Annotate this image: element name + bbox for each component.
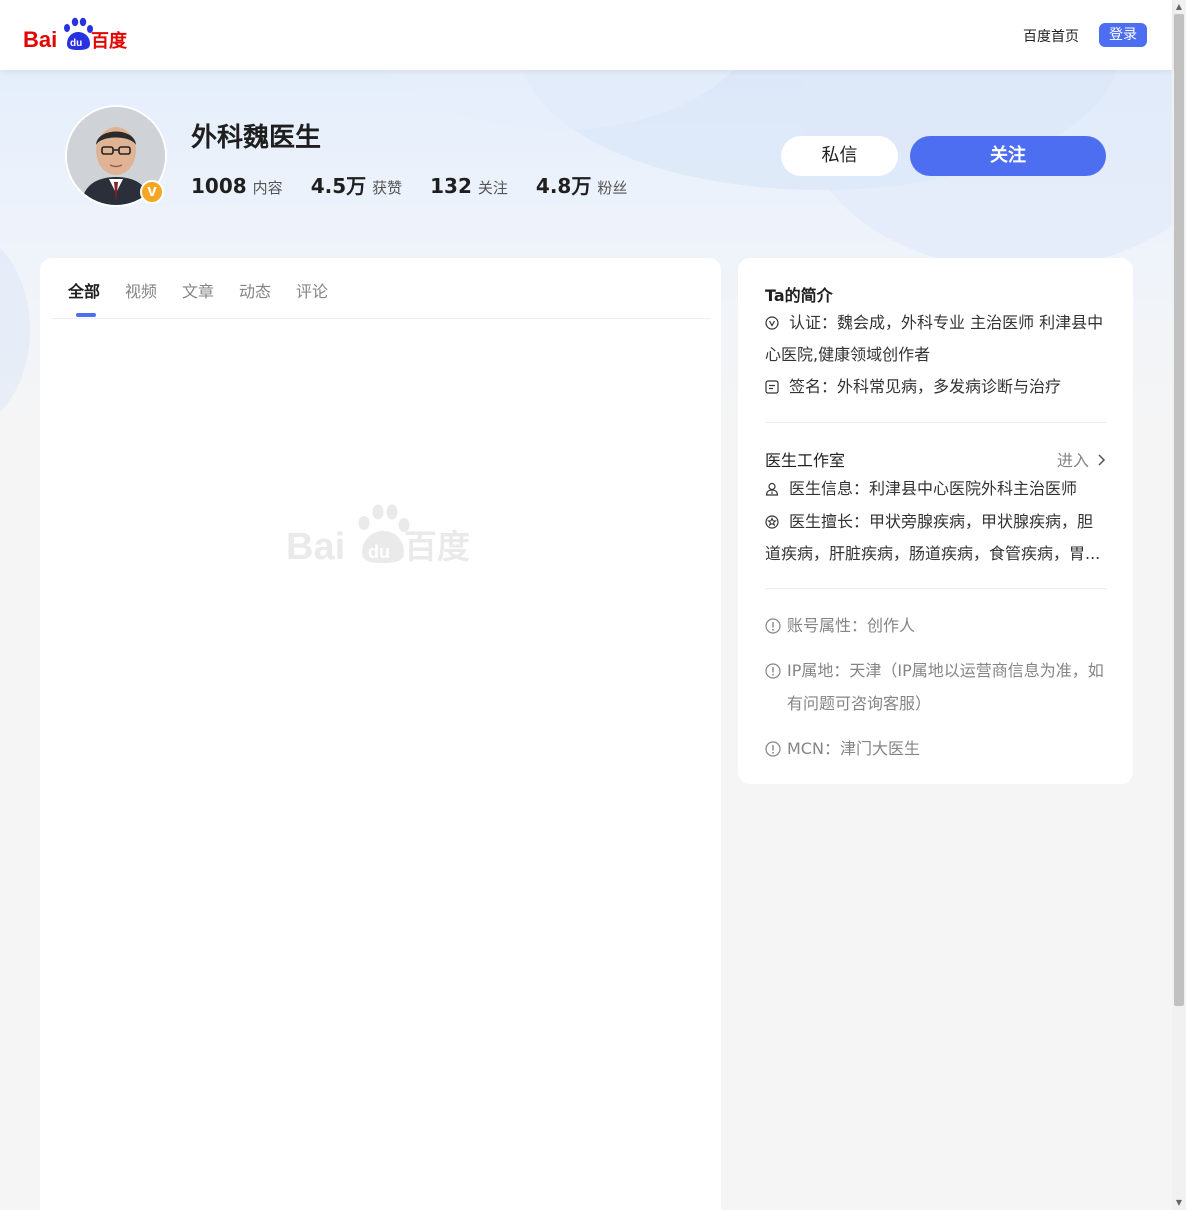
profile-name: 外科魏医生 (191, 123, 322, 153)
stat-number: 4.5万 (310, 174, 367, 198)
placeholder-text-baidu-cn: 百度 (404, 527, 470, 563)
divider (765, 422, 1107, 423)
chevron-right-icon (1098, 454, 1106, 466)
signature-line: 签名：外科常见病，多发病诊断与治疗 (765, 371, 1107, 403)
stat-content[interactable]: 1008 内容 (191, 174, 283, 198)
stat-number: 4.8万 (535, 174, 592, 198)
stat-label: 粉丝 (597, 179, 628, 197)
scroll-thumb[interactable] (1174, 14, 1184, 1006)
intro-title: Ta的简介 (765, 286, 833, 305)
top-navbar: Bai du 百度 百度首页 登录 (0, 0, 1172, 70)
profile-stats: 1008 内容 4.5万 获赞 132 关注 4.8万 粉丝 (191, 170, 655, 199)
stat-number: 1008 (191, 174, 247, 198)
logo-text-baidu-cn: 百度 (91, 30, 127, 52)
certification-line: 认证：魏会成，外科专业 主治医师 利津县中心医院,健康领域创作者 (765, 307, 1107, 371)
divider (765, 588, 1107, 589)
baidu-logo[interactable]: Bai du 百度 (23, 16, 127, 54)
doctor-info-line: 医生信息：利津县中心医院外科主治医师 (765, 473, 1107, 505)
content-panel: 全部 视频 文章 动态 评论 Bai du 百度 (40, 258, 721, 1210)
avatar-container[interactable]: V (65, 105, 167, 207)
tab-comment[interactable]: 评论 (296, 278, 328, 302)
account-type-text: 账号属性：创作人 (787, 616, 916, 635)
follow-button[interactable]: 关注 (910, 136, 1106, 176)
placeholder-text-bai: Bai (286, 526, 345, 563)
doctor-person-icon (765, 482, 779, 496)
tab-article[interactable]: 文章 (182, 278, 214, 302)
signature-note-icon (765, 380, 779, 394)
vertical-scrollbar[interactable]: ▲ ▼ (1172, 0, 1186, 1210)
placeholder-text-du: du (368, 542, 390, 562)
stat-label: 关注 (477, 179, 508, 197)
logo-text-du: du (70, 38, 82, 49)
mcn-text: MCN：津门大医生 (787, 739, 920, 758)
studio-title: 医生工作室 (765, 451, 846, 470)
tab-dynamic[interactable]: 动态 (239, 278, 271, 302)
specialty-line: 医生擅长：甲状旁腺疾病，甲状腺疾病，胆道疾病，肝脏疾病，肠道疾病，食管疾病，胃.… (765, 506, 1107, 570)
stat-number: 132 (430, 174, 472, 198)
content-tabs: 全部 视频 文章 动态 评论 (52, 258, 711, 319)
studio-enter-link[interactable]: 进入 (1057, 447, 1106, 471)
loading-placeholder-logo: Bai du 百度 (286, 504, 470, 563)
private-message-button[interactable]: 私信 (781, 136, 898, 176)
tab-video[interactable]: 视频 (125, 278, 157, 302)
scroll-up-arrow-icon[interactable]: ▲ (1172, 0, 1186, 14)
specialty-text: 医生擅长：甲状旁腺疾病，甲状腺疾病，胆道疾病，肝脏疾病，肠道疾病，食管疾病，胃.… (765, 512, 1101, 563)
profile-info-panel: Ta的简介 认证：魏会成，外科专业 主治医师 利津县中心医院,健康领域创作者 签… (738, 258, 1133, 784)
login-button[interactable]: 登录 (1099, 23, 1147, 47)
baidu-home-link[interactable]: 百度首页 (1023, 26, 1079, 46)
star-circle-icon (765, 515, 779, 529)
active-tab-indicator (76, 313, 96, 317)
doctor-info-text: 医生信息：利津县中心医院外科主治医师 (789, 479, 1078, 498)
stat-fans[interactable]: 4.8万 粉丝 (536, 170, 627, 199)
stat-likes: 4.5万 获赞 (311, 170, 402, 199)
stat-label: 获赞 (372, 179, 403, 197)
verified-badge-icon: V (140, 180, 164, 204)
info-circle-icon (765, 663, 781, 679)
info-circle-icon (765, 618, 781, 634)
scroll-down-arrow-icon[interactable]: ▼ (1172, 1196, 1186, 1210)
mcn-line: MCN：津门大医生 (765, 732, 1107, 765)
signature-text: 签名：外科常见病，多发病诊断与治疗 (789, 377, 1062, 396)
ip-location-line: IP属地：天津（IP属地以运营商信息为准，如有问题可咨询客服） (765, 654, 1107, 720)
account-type-line: 账号属性：创作人 (765, 609, 1107, 642)
logo-text-bai: Bai (23, 27, 57, 52)
stat-label: 内容 (252, 179, 283, 197)
verified-circle-icon (765, 316, 779, 330)
stat-following[interactable]: 132 关注 (430, 174, 508, 198)
enter-label: 进入 (1057, 451, 1090, 470)
info-circle-icon (765, 741, 781, 757)
ip-location-text: IP属地：天津（IP属地以运营商信息为准，如有问题可咨询客服） (787, 661, 1104, 713)
tab-all[interactable]: 全部 (68, 278, 100, 302)
certification-text: 认证：魏会成，外科专业 主治医师 利津县中心医院,健康领域创作者 (765, 313, 1104, 364)
